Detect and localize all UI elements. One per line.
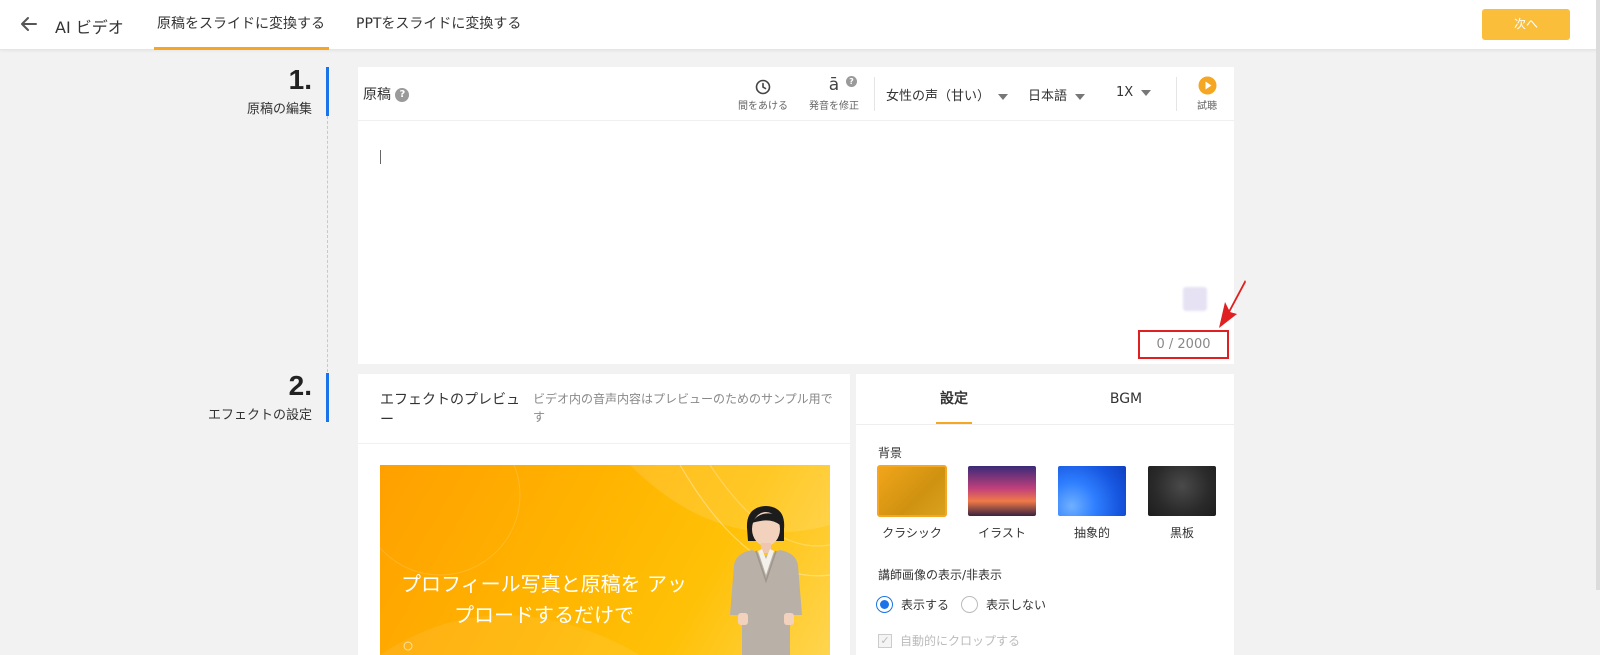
script-title: 原稿 ?: [363, 84, 410, 104]
speed-select-value: 1X: [1116, 85, 1134, 100]
arrow-left-icon: [21, 17, 37, 31]
voice-select-value: 女性の声（甘い）: [886, 89, 991, 104]
step-1-number: 1.: [288, 64, 312, 95]
app-title: AI ビデオ: [55, 18, 124, 37]
floating-widget[interactable]: [1183, 287, 1207, 311]
pronunciation-icon: ā: [828, 75, 840, 95]
script-title-text: 原稿: [363, 87, 391, 103]
chevron-down-icon: [1141, 89, 1152, 96]
script-toolbar: 原稿 ? 間をあける ā ? 発音を修正 女性の声（甘い） 日本語 1X 試聴: [358, 67, 1234, 121]
step-connector: [327, 116, 328, 372]
tab-settings[interactable]: 設定: [936, 374, 972, 424]
background-name: クラシック: [882, 526, 942, 540]
presenter-avatar: [730, 506, 802, 655]
language-select-value: 日本語: [1028, 89, 1068, 104]
background-thumbnail-classic: [877, 465, 947, 517]
step-2: 2. エフェクトの設定: [160, 370, 312, 423]
script-panel: 原稿 ? 間をあける ā ? 発音を修正 女性の声（甘い） 日本語 1X 試聴: [358, 67, 1234, 364]
insert-pause-button[interactable]: 間をあける: [736, 77, 790, 112]
background-thumbnail-blackboard: [1148, 466, 1216, 516]
back-button[interactable]: [14, 10, 44, 40]
next-button[interactable]: 次へ: [1482, 9, 1570, 40]
settings-tabs-divider: [856, 424, 1234, 425]
video-caption: プロフィール写真と原稿を アップロードするだけで: [401, 572, 687, 627]
preview-divider: [358, 443, 850, 444]
tab-script-to-slides[interactable]: 原稿をスライドに変換する: [154, 0, 329, 50]
chevron-down-icon: [998, 93, 1009, 100]
step-2-indicator: [326, 373, 329, 422]
background-option-classic[interactable]: クラシック: [877, 465, 947, 541]
step-2-number: 2.: [288, 370, 312, 401]
auto-crop-checkbox[interactable]: ✓ 自動的にクロップする: [878, 632, 1020, 649]
text-cursor: [380, 150, 381, 164]
play-icon: [1198, 76, 1216, 94]
script-editor[interactable]: [358, 122, 1234, 364]
toolbar-separator: [1176, 77, 1177, 111]
help-icon[interactable]: ?: [395, 88, 410, 102]
effect-preview-panel: エフェクトのプレビュー ビデオ内の音声内容はプレビューのためのサンプル用です プ…: [358, 374, 850, 655]
toolbar-separator: [874, 77, 875, 111]
show-presenter-radio[interactable]: 表示する: [876, 596, 949, 613]
clock-icon: [755, 79, 771, 95]
character-counter: 0 / 2000: [1138, 330, 1229, 359]
preview-audio-button[interactable]: 試聴: [1187, 75, 1227, 112]
pronunciation-help-icon[interactable]: ?: [846, 76, 857, 87]
radio-unselected-icon: [961, 596, 978, 613]
background-option-abstract[interactable]: 抽象的: [1058, 466, 1126, 541]
settings-panel: 設定 BGM 背景 クラシック イラスト 抽象的 黒板 講師画像の表示/非表示 …: [856, 374, 1234, 655]
insert-pause-label: 間をあける: [738, 101, 788, 112]
top-bar: AI ビデオ 原稿をスライドに変換する PPTをスライドに変換する 次へ: [0, 0, 1600, 50]
tab-ppt-to-slides[interactable]: PPTをスライドに変換する: [356, 0, 521, 50]
background-option-blackboard[interactable]: 黒板: [1148, 466, 1216, 541]
step-1-indicator: [326, 67, 329, 116]
radio-selected-icon: [876, 596, 893, 613]
background-label: 背景: [878, 446, 903, 460]
step-1-label: 原稿の編集: [246, 102, 312, 117]
step-2-label: エフェクトの設定: [207, 408, 312, 423]
red-arrow-annotation: [1219, 280, 1246, 328]
presenter-visibility-label: 講師画像の表示/非表示: [878, 568, 1003, 582]
video-preview[interactable]: プロフィール写真と原稿を アップロードするだけで: [380, 465, 830, 655]
background-name: 抽象的: [1073, 526, 1110, 540]
auto-crop-label: 自動的にクロップする: [900, 634, 1021, 648]
tab-bgm[interactable]: BGM: [1104, 374, 1148, 424]
background-option-illustration[interactable]: イラスト: [968, 466, 1036, 541]
language-select[interactable]: 日本語: [1028, 85, 1086, 104]
voice-select[interactable]: 女性の声（甘い）: [886, 85, 1009, 104]
speed-select[interactable]: 1X: [1116, 85, 1152, 100]
step-1: 1. 原稿の編集: [160, 64, 312, 117]
fix-pronunciation-label: 発音を修正: [809, 101, 859, 112]
preview-title: エフェクトのプレビュー: [380, 392, 520, 428]
show-presenter-label: 表示する: [901, 598, 950, 612]
scrollbar[interactable]: [1596, 0, 1600, 590]
chevron-down-icon: [1075, 93, 1086, 100]
preview-audio-label: 試聴: [1197, 101, 1217, 112]
background-thumbnail-abstract: [1058, 466, 1126, 516]
background-name: イラスト: [978, 526, 1026, 540]
background-name: 黒板: [1169, 526, 1194, 540]
fix-pronunciation-button[interactable]: ā ? 発音を修正: [804, 75, 864, 112]
preview-note: ビデオ内の音声内容はプレビューのためのサンプル用です: [533, 392, 833, 424]
background-thumbnail-illustration: [968, 466, 1036, 516]
hide-presenter-label: 表示しない: [986, 598, 1047, 612]
hide-presenter-radio[interactable]: 表示しない: [961, 596, 1046, 613]
checkbox-checked-icon: ✓: [878, 633, 892, 648]
